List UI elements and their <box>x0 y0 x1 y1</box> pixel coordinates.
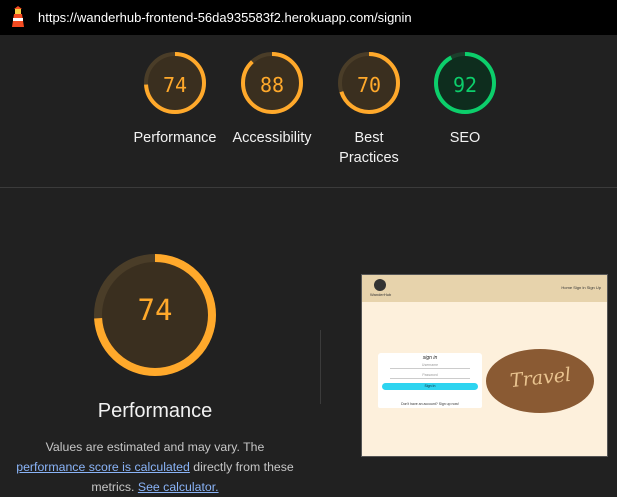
gauge-performance[interactable]: 74 Performance <box>125 50 225 148</box>
logo-icon <box>374 279 386 291</box>
browser-bar: https://wanderhub-frontend-56da935583f2.… <box>0 0 617 35</box>
label-line: Practices <box>339 150 399 166</box>
screenshot-nav-links: Home Sign In Sign Up <box>561 285 601 290</box>
label-line: Best <box>354 130 384 146</box>
score-value: 92 <box>452 73 478 97</box>
screenshot-navbar: WanderHub Home Sign In Sign Up <box>362 275 607 302</box>
form-title: sign in <box>422 355 438 361</box>
see-calculator-link[interactable]: See calculator. <box>138 480 219 494</box>
category-label: SEO <box>415 128 515 148</box>
section-divider <box>0 187 617 188</box>
travel-text: Travel <box>509 363 573 393</box>
category-gauges: 74 Performance 88 Accessibility 70 Best … <box>0 50 617 180</box>
final-screenshot[interactable]: WanderHub Home Sign In Sign Up sign in U… <box>361 274 608 457</box>
performance-score: 74 <box>137 293 173 327</box>
gauge-seo[interactable]: 92 SEO <box>415 50 515 148</box>
page-url[interactable]: https://wanderhub-frontend-56da935583f2.… <box>38 10 412 25</box>
performance-description: Values are estimated and may vary. The p… <box>10 437 300 497</box>
category-label: Performance <box>125 128 225 148</box>
score-value: 70 <box>356 73 382 97</box>
password-field: Password <box>390 373 470 379</box>
label-line: Accessibility <box>232 130 312 146</box>
lighthouse-icon <box>12 6 24 27</box>
screenshot-logo-text: WanderHub <box>370 292 392 297</box>
screenshot-signin-form: sign in Username Password Sign In <box>378 353 482 403</box>
score-value: 88 <box>259 73 285 97</box>
score-value: 74 <box>162 73 188 97</box>
category-label: Accessibility <box>222 128 322 148</box>
username-field: Username <box>390 363 470 369</box>
desc-text: Values are estimated and may vary. The <box>45 440 265 454</box>
register-prompt: Don't have an account? Sign up now! <box>378 400 482 408</box>
travel-image: Travel <box>486 349 594 413</box>
performance-title: Performance <box>97 400 213 422</box>
gauge-best-practices[interactable]: 70 Best Practices <box>319 50 419 168</box>
score-calculated-link[interactable]: performance score is calculated <box>16 460 190 474</box>
vertical-divider <box>320 330 321 404</box>
label-line: SEO <box>449 130 481 146</box>
category-label: Best Practices <box>319 128 419 168</box>
signin-button: Sign In <box>382 383 478 390</box>
gauge-accessibility[interactable]: 88 Accessibility <box>222 50 322 148</box>
label-line: Performance <box>133 130 217 146</box>
